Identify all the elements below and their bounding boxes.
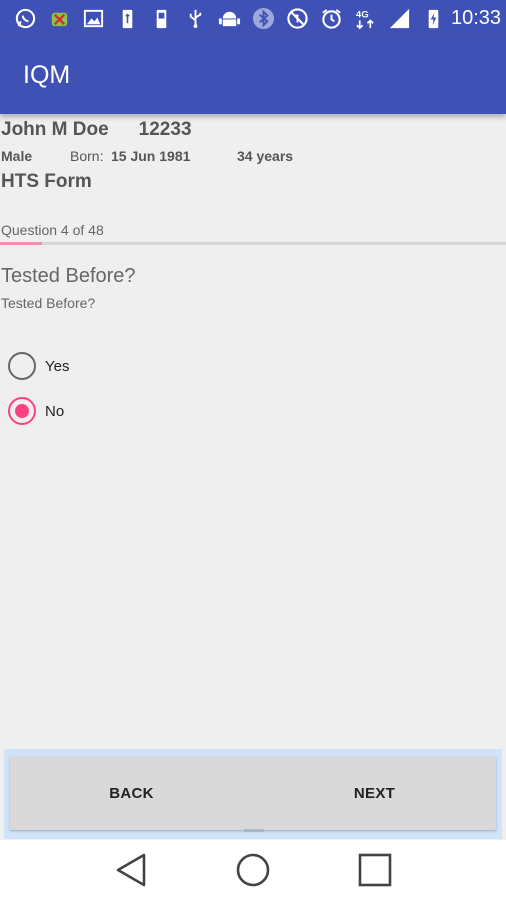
battery-charging-icon — [422, 7, 445, 30]
back-triangle-icon[interactable] — [111, 850, 151, 890]
mute-icon — [286, 7, 309, 30]
battery-icon — [150, 7, 173, 30]
alarm-icon — [320, 7, 343, 30]
patient-header: John M Doe 12233 Male Born: 15 Jun 1981 … — [1, 119, 293, 164]
home-circle-icon[interactable] — [233, 850, 273, 890]
network-4g-icon: 4G — [354, 7, 377, 30]
patient-born-date: 15 Jun 1981 — [111, 148, 191, 164]
form-title: HTS Form — [1, 171, 92, 192]
svg-text:4G: 4G — [356, 9, 369, 20]
status-time: 10:33 — [451, 6, 502, 29]
question-count: Question 4 of 48 — [1, 222, 104, 238]
question-subtitle: Tested Before? — [1, 295, 96, 311]
patient-name: John M Doe — [1, 119, 109, 140]
next-button[interactable]: NEXT — [253, 757, 496, 830]
radio-label-no: No — [45, 402, 65, 420]
signal-icon — [388, 7, 411, 30]
radio-option-yes[interactable]: Yes — [8, 352, 69, 380]
question-title: Tested Before? — [1, 265, 136, 287]
bluetooth-icon — [252, 7, 275, 30]
usb-battery-icon — [116, 7, 139, 30]
app-title: IQM — [23, 60, 71, 89]
button-bar: BACK NEXT — [4, 749, 502, 839]
patient-age: 34 years — [237, 148, 294, 164]
usb-icon — [184, 7, 207, 30]
image-icon — [82, 7, 105, 30]
navigation-bar — [0, 840, 506, 900]
whatsapp-icon — [14, 7, 37, 30]
back-button[interactable]: BACK — [10, 757, 253, 830]
radio-option-no[interactable]: No — [8, 397, 64, 425]
status-bar: 4G 10:33 — [0, 0, 506, 36]
android-debug-icon — [48, 7, 71, 30]
android-icon — [218, 7, 241, 30]
patient-born-label: Born: — [70, 148, 104, 164]
radio-button-yes[interactable] — [8, 352, 36, 380]
scroll-handle[interactable] — [244, 829, 264, 832]
progress-bar — [0, 242, 506, 245]
patient-gender: Male — [1, 148, 33, 164]
radio-label-yes: Yes — [45, 357, 70, 375]
progress-fill — [0, 242, 42, 245]
recents-square-icon[interactable] — [355, 850, 395, 890]
app-bar: IQM — [0, 36, 506, 114]
patient-id: 12233 — [138, 119, 192, 140]
radio-button-no[interactable] — [8, 397, 36, 425]
